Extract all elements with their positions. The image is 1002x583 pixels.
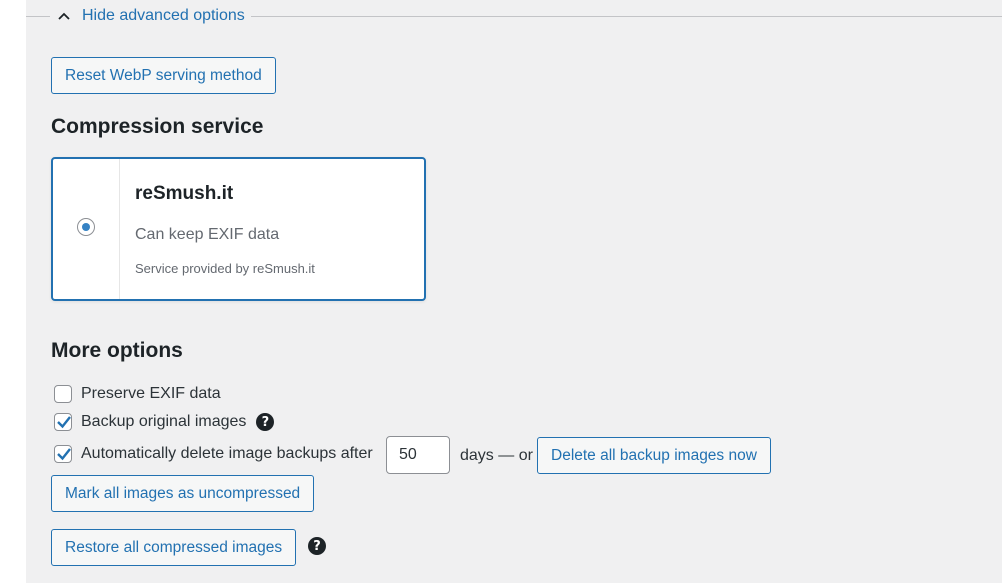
- auto-delete-option[interactable]: Automatically delete image backups after: [54, 445, 373, 463]
- more-options-heading: More options: [51, 339, 183, 362]
- help-icon[interactable]: ?: [256, 413, 275, 431]
- days-suffix: days — or: [460, 447, 533, 464]
- auto-delete-label: Automatically delete image backups after: [81, 445, 373, 462]
- hide-advanced-label: Hide advanced options: [82, 7, 245, 24]
- compression-service-heading: Compression service: [51, 115, 264, 138]
- service-radio[interactable]: [77, 218, 95, 236]
- hide-advanced-toggle[interactable]: Hide advanced options: [50, 4, 251, 28]
- checkmark-icon: [57, 416, 71, 429]
- chevron-up-icon: [56, 8, 72, 24]
- service-card-resmush[interactable]: reSmush.it Can keep EXIF data Service pr…: [51, 157, 426, 301]
- preserve-exif-option[interactable]: Preserve EXIF data: [54, 385, 221, 403]
- radio-column: [53, 159, 120, 299]
- backup-originals-label: Backup original images: [81, 413, 247, 430]
- restore-compressed-button[interactable]: Restore all compressed images: [51, 529, 297, 566]
- help-icon[interactable]: ?: [308, 537, 326, 555]
- radio-selected-dot: [82, 223, 90, 231]
- backup-days-input[interactable]: [386, 436, 450, 474]
- reset-webp-button[interactable]: Reset WebP serving method: [51, 57, 276, 94]
- preserve-exif-label: Preserve EXIF data: [81, 385, 221, 402]
- checkmark-icon: [57, 448, 71, 461]
- left-gutter: [0, 0, 26, 583]
- backup-originals-checkbox[interactable]: [54, 413, 72, 431]
- service-name: reSmush.it: [135, 183, 234, 204]
- delete-backups-button[interactable]: Delete all backup images now: [537, 437, 771, 474]
- preserve-exif-checkbox[interactable]: [54, 385, 72, 403]
- backup-originals-option[interactable]: Backup original images ?: [54, 413, 275, 431]
- service-note: Service provided by reSmush.it: [135, 261, 315, 276]
- settings-panel: Hide advanced options Reset WebP serving…: [26, 0, 1002, 583]
- mark-uncompressed-button[interactable]: Mark all images as uncompressed: [51, 475, 315, 512]
- service-feature: Can keep EXIF data: [135, 226, 280, 243]
- auto-delete-checkbox[interactable]: [54, 445, 72, 463]
